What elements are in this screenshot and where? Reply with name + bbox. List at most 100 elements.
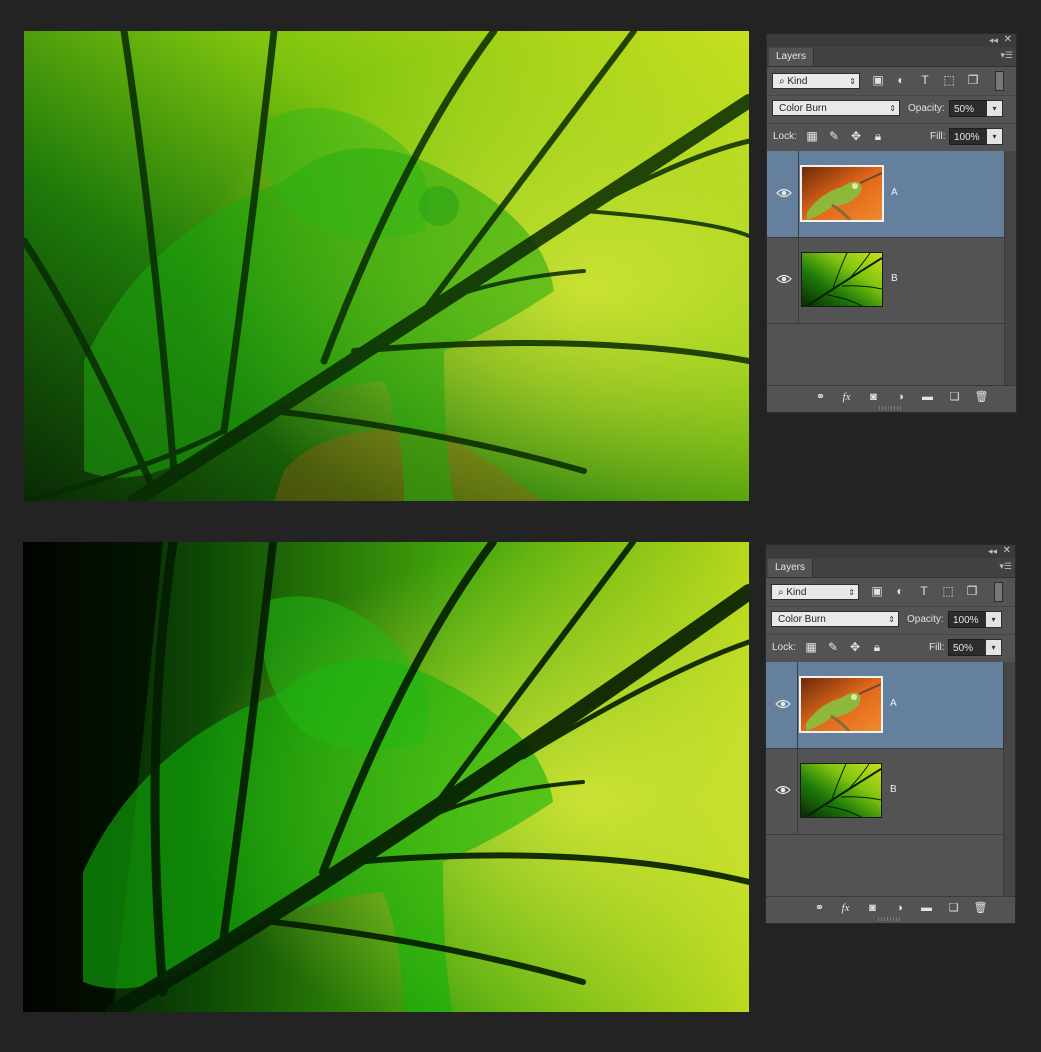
new-group-icon[interactable]: ▬ <box>919 901 934 915</box>
layer-list: A B <box>767 151 1004 385</box>
layer-list: A B <box>766 662 1003 896</box>
lock-row: Lock: ▦ ✎ ✥ 🔒︎ Fill: 50% ▾ <box>766 634 1015 663</box>
panel-titlebar: ◂◂ ✕ <box>766 545 1015 558</box>
new-adjustment-layer-icon[interactable]: ◑ <box>892 901 907 915</box>
opacity-label: Opacity: <box>907 614 944 625</box>
layer-row-b[interactable]: B <box>766 748 1003 835</box>
delete-layer-icon[interactable]: 🗑︎ <box>973 901 988 915</box>
new-layer-icon[interactable]: ❏ <box>946 901 961 915</box>
delete-layer-icon[interactable]: 🗑︎ <box>974 390 989 404</box>
layer-row-b[interactable]: B <box>767 237 1004 324</box>
lock-transparent-pixels-icon[interactable]: ▦ <box>804 640 818 654</box>
tab-layers[interactable]: Layers <box>768 559 814 577</box>
close-icon[interactable]: ✕ <box>1003 545 1011 556</box>
layer-thumbnail-chameleon <box>799 676 883 733</box>
layer-thumbnail-leaf <box>801 252 883 307</box>
filter-kind-value: Kind <box>787 76 808 87</box>
filter-kind-select[interactable]: ⌕ Kind ⇕ <box>772 73 860 89</box>
layer-row-a[interactable]: A <box>767 151 1004 238</box>
panel-tab-row: Layers ▾☰ <box>767 47 1016 67</box>
add-mask-icon[interactable]: ◙ <box>866 390 881 404</box>
layer-list-scrollbar[interactable] <box>1003 662 1015 896</box>
new-layer-icon[interactable]: ❏ <box>947 390 962 404</box>
type-filter-icon[interactable]: T <box>917 584 931 598</box>
link-layers-icon[interactable]: ⚭ <box>812 901 827 915</box>
visibility-eye-icon[interactable] <box>775 784 791 796</box>
updown-arrows-icon: ⇕ <box>888 615 895 624</box>
lock-transparent-pixels-icon[interactable]: ▦ <box>805 129 819 143</box>
fill-input[interactable]: 100% <box>949 128 987 145</box>
opacity-input[interactable]: 100% <box>948 611 986 628</box>
fx-icon[interactable]: fx <box>839 390 854 404</box>
layer-gutter <box>797 662 798 748</box>
blend-mode-value: Color Burn <box>778 614 826 625</box>
panel-menu-icon[interactable]: ▾☰ <box>1000 50 1013 61</box>
type-filter-icon[interactable]: T <box>918 73 932 87</box>
layer-gutter <box>797 748 798 834</box>
lock-label: Lock: <box>773 131 797 142</box>
layer-name[interactable]: A <box>890 698 897 709</box>
layers-panel-top: ◂◂ ✕ Layers ▾☰ ⌕ Kind ⇕ ▣ ◐ T ⬚ ❐ Color … <box>766 33 1017 413</box>
shape-filter-icon[interactable]: ⬚ <box>941 584 955 598</box>
blend-mode-select[interactable]: Color Burn ⇕ <box>771 611 899 627</box>
smart-object-filter-icon[interactable]: ❐ <box>965 584 979 598</box>
fill-slider-button[interactable]: ▾ <box>985 639 1002 656</box>
blend-mode-select[interactable]: Color Burn ⇕ <box>772 100 900 116</box>
image-filter-icon[interactable]: ▣ <box>870 584 884 598</box>
image-filter-icon[interactable]: ▣ <box>871 73 885 87</box>
layer-list-scrollbar[interactable] <box>1004 151 1016 385</box>
fill-input[interactable]: 50% <box>948 639 986 656</box>
lock-image-pixels-icon[interactable]: ✎ <box>827 129 841 143</box>
visibility-eye-icon[interactable] <box>775 698 791 710</box>
layer-name[interactable]: B <box>890 784 897 795</box>
panel-menu-icon[interactable]: ▾☰ <box>999 561 1012 572</box>
layer-gutter <box>798 237 799 323</box>
layer-gutter <box>798 151 799 237</box>
panel-footer: ⚭ fx ◙ ◑ ▬ ❏ 🗑︎ <box>767 385 1016 408</box>
blend-row: Color Burn ⇕ Opacity: 50% ▾ <box>767 95 1016 124</box>
fx-icon[interactable]: fx <box>838 901 853 915</box>
fill-label: Fill: <box>929 642 945 653</box>
new-group-icon[interactable]: ▬ <box>920 390 935 404</box>
adjustment-filter-icon[interactable]: ◐ <box>893 584 907 598</box>
filter-row: ⌕ Kind ⇕ ▣ ◐ T ⬚ ❐ <box>767 67 1016 96</box>
lock-image-pixels-icon[interactable]: ✎ <box>826 640 840 654</box>
adjustment-filter-icon[interactable]: ◐ <box>894 73 908 87</box>
opacity-slider-button[interactable]: ▾ <box>985 611 1002 628</box>
visibility-eye-icon[interactable] <box>776 187 792 199</box>
lock-position-icon[interactable]: ✥ <box>849 129 863 143</box>
opacity-input[interactable]: 50% <box>949 100 987 117</box>
filter-row: ⌕ Kind ⇕ ▣ ◐ T ⬚ ❐ <box>766 578 1015 607</box>
lock-all-icon[interactable]: 🔒︎ <box>871 129 885 143</box>
filter-toggle-switch[interactable] <box>995 71 1004 91</box>
panel-titlebar: ◂◂ ✕ <box>767 34 1016 47</box>
layer-name[interactable]: B <box>891 273 898 284</box>
close-icon[interactable]: ✕ <box>1004 34 1012 45</box>
canvas-image-bottom <box>23 542 749 1012</box>
fill-slider-button[interactable]: ▾ <box>986 128 1003 145</box>
smart-object-filter-icon[interactable]: ❐ <box>966 73 980 87</box>
link-layers-icon[interactable]: ⚭ <box>813 390 828 404</box>
filter-kind-select[interactable]: ⌕ Kind ⇕ <box>771 584 859 600</box>
updown-arrows-icon: ⇕ <box>849 77 856 86</box>
blend-mode-value: Color Burn <box>779 103 827 114</box>
layer-row-a[interactable]: A <box>766 662 1003 749</box>
layer-name[interactable]: A <box>891 187 898 198</box>
opacity-label: Opacity: <box>908 103 945 114</box>
lock-position-icon[interactable]: ✥ <box>848 640 862 654</box>
filter-toggle-switch[interactable] <box>994 582 1003 602</box>
layers-panel-bottom: ◂◂ ✕ Layers ▾☰ ⌕ Kind ⇕ ▣ ◐ T ⬚ ❐ Color … <box>765 544 1016 924</box>
add-mask-icon[interactable]: ◙ <box>865 901 880 915</box>
new-adjustment-layer-icon[interactable]: ◑ <box>893 390 908 404</box>
collapse-panel-icon[interactable]: ◂◂ <box>989 35 998 46</box>
collapse-panel-icon[interactable]: ◂◂ <box>988 546 997 557</box>
lock-all-icon[interactable]: 🔒︎ <box>870 640 884 654</box>
panel-footer: ⚭ fx ◙ ◑ ▬ ❏ 🗑︎ <box>766 896 1015 919</box>
panel-resize-grip[interactable] <box>878 917 900 921</box>
shape-filter-icon[interactable]: ⬚ <box>942 73 956 87</box>
leaf-chameleon-composite-fill <box>23 542 749 1012</box>
panel-resize-grip[interactable] <box>879 406 901 410</box>
visibility-eye-icon[interactable] <box>776 273 792 285</box>
tab-layers[interactable]: Layers <box>769 48 815 66</box>
opacity-slider-button[interactable]: ▾ <box>986 100 1003 117</box>
